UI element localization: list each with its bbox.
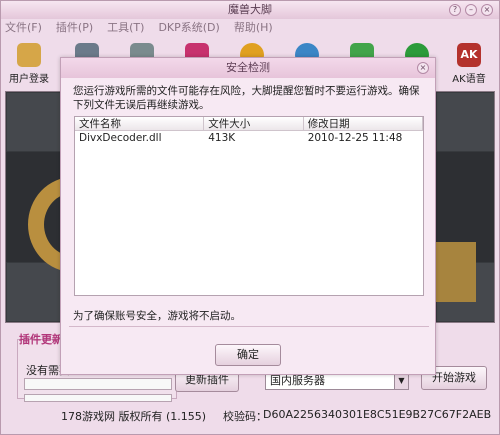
help-icon[interactable]: ? xyxy=(449,4,461,16)
dialog-message: 您运行游戏所需的文件可能存在风险，大脚提醒您暂时不要运行游戏。确保下列文件无误后… xyxy=(73,85,420,111)
minimize-icon[interactable]: – xyxy=(465,4,477,16)
menu-file[interactable]: 文件(F) xyxy=(5,19,42,37)
chevron-down-icon[interactable]: ▼ xyxy=(394,373,408,389)
status-bar: 178游戏网 版权所有 (1.155) 校验码： D60A2256340301E… xyxy=(1,406,499,424)
file-size: 413K xyxy=(208,132,236,144)
menu-tools[interactable]: 工具(T) xyxy=(107,19,144,37)
ak-voice-icon: AK xyxy=(457,43,481,67)
window-controls: ? – × xyxy=(449,4,493,16)
table-header: 文件名称 文件大小 修改日期 xyxy=(75,117,423,131)
security-check-dialog: 安全检测 × 您运行游戏所需的文件可能存在风险，大脚提醒您暂时不要运行游戏。确保… xyxy=(60,57,436,375)
dialog-note: 为了确保账号安全，游戏将不启动。 xyxy=(73,310,241,322)
key-user-icon xyxy=(17,43,41,67)
table-row[interactable]: DivxDecoder.dll 413K 2010-12-25 11:48 xyxy=(75,131,423,145)
column-header-date[interactable]: 修改日期 xyxy=(304,117,423,130)
menu-plugins[interactable]: 插件(P) xyxy=(56,19,93,37)
user-login-button[interactable]: 用户登录 xyxy=(5,41,53,89)
ok-button[interactable]: 确定 xyxy=(215,344,281,366)
dialog-divider xyxy=(69,326,429,327)
ak-voice-button[interactable]: AK AK语音 xyxy=(445,41,493,89)
close-icon[interactable]: × xyxy=(417,62,429,74)
user-login-label: 用户登录 xyxy=(9,74,49,85)
copyright-text: 178游戏网 版权所有 (1.155) xyxy=(61,410,207,423)
progress-bar-2 xyxy=(24,394,172,402)
ak-voice-label: AK语音 xyxy=(452,74,486,85)
column-header-name[interactable]: 文件名称 xyxy=(75,117,205,130)
plugin-update-title: 插件更新 xyxy=(19,333,63,346)
risky-files-table: 文件名称 文件大小 修改日期 DivxDecoder.dll 413K 2010… xyxy=(74,116,424,296)
dialog-title: 安全检测 xyxy=(61,58,435,78)
menu-help[interactable]: 帮助(H) xyxy=(234,19,273,37)
window-title: 魔兽大脚 xyxy=(228,3,272,16)
banner-logo-letter xyxy=(436,242,476,302)
hash-value: D60A2256340301E8C51E9B27C67F2AEB xyxy=(263,408,492,421)
progress-bar-1 xyxy=(24,378,172,390)
hash-label: 校验码： xyxy=(223,410,267,423)
file-name: DivxDecoder.dll xyxy=(79,132,162,144)
title-bar: 魔兽大脚 ? – × xyxy=(1,1,499,19)
menu-dkp[interactable]: DKP系统(D) xyxy=(158,19,219,37)
column-header-size[interactable]: 文件大小 xyxy=(204,117,304,130)
file-date: 2010-12-25 11:48 xyxy=(307,132,403,144)
menu-bar: 文件(F) 插件(P) 工具(T) DKP系统(D) 帮助(H) xyxy=(1,19,499,37)
server-select-value: 国内服务器 xyxy=(270,374,325,387)
close-icon[interactable]: × xyxy=(481,4,493,16)
